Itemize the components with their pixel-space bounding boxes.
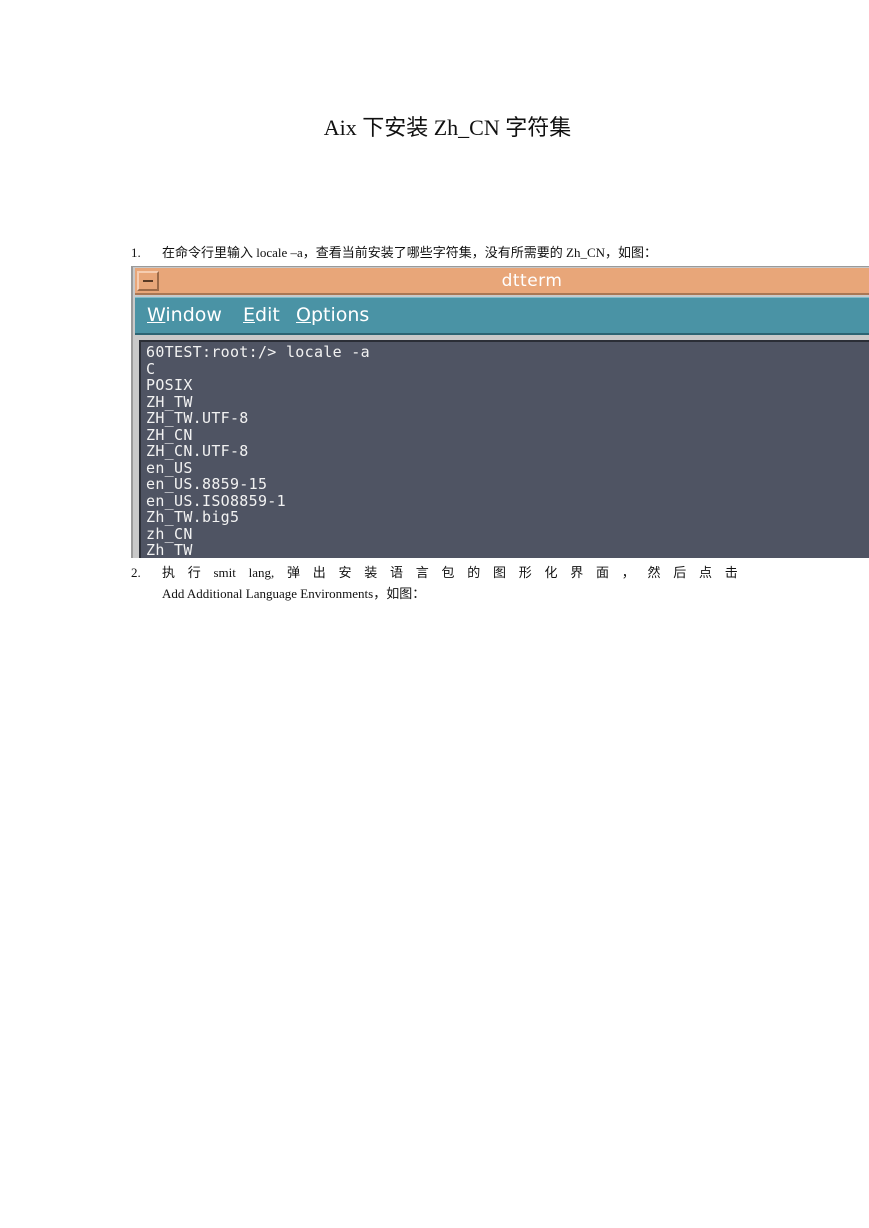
step-text-line-1: 执 行 smit lang, 弹 出 安 装 语 言 包 的 图 形 化 界 面… [162,563,738,583]
step-word: 界 [570,565,584,580]
step-word: 行 [187,565,201,580]
terminal-line: ZH_CN [146,425,193,444]
step-word: 出 [312,565,326,580]
terminal-screenshot: dtterm Window Edit Options 60TEST:root:/… [131,266,869,558]
menu-edit[interactable]: Edit [243,304,280,326]
step-1: 1. 在命令行里输入 locale –a，查看当前安装了哪些字符集，没有所需要的… [131,243,851,265]
terminal-line: ZH_TW [146,392,193,411]
step-word: 语 [390,565,404,580]
terminal-menubar: Window Edit Options [135,297,869,335]
terminal-line: en_US.8859-15 [146,475,268,493]
terminal-line: zh_CN [146,524,193,543]
terminal-line: POSIX [146,376,193,394]
step-word: 后 [673,565,687,580]
step-word: ， [621,565,635,580]
step-word: 然 [647,565,661,580]
step-word: 点 [699,565,713,580]
step-word: 化 [544,565,558,580]
menu-mnemonic: E [243,304,256,326]
step-word: 安 [338,565,352,580]
step-word: 的 [467,565,481,580]
step-2: 2. 执 行 smit lang, 弹 出 安 装 语 言 包 的 图 形 化 … [131,563,851,607]
step-word: lang, [248,565,275,580]
step-word: 包 [441,565,455,580]
step-word: 执 [162,565,176,580]
step-text-line-2: Add Additional Language Environments，如图： [162,586,426,601]
step-text: 在命令行里输入 locale –a，查看当前安装了哪些字符集，没有所需要的 Zh… [162,245,658,260]
terminal-line: en_US [146,458,193,477]
terminal-line: C [146,359,156,378]
step-word: 击 [724,565,738,580]
step-word: 图 [493,565,507,580]
menu-mnemonic: W [147,304,166,326]
step-word: 面 [596,565,610,580]
terminal-line: 60TEST:root:/> locale -a [146,343,370,361]
terminal-titlebar: dtterm [135,268,869,295]
menu-options[interactable]: Options [296,304,369,326]
menu-label-rest: dit [255,304,280,326]
terminal-output[interactable]: 60TEST:root:/> locale -a C POSIX ZH_TW Z… [139,340,869,558]
step-word: smit [213,565,236,580]
menu-window[interactable]: Window [147,304,222,326]
terminal-window-title: dtterm [501,271,563,291]
step-word: 装 [364,565,378,580]
terminal-line: ZH_CN.UTF-8 [146,442,249,460]
step-number: 2. [131,565,141,580]
document-title: Aix 下安装 Zh_CN 字符集 [323,115,572,140]
terminal-line: ZH_TW.UTF-8 [146,409,249,427]
step-word: 形 [518,565,532,580]
menu-label-rest: indow [165,304,222,326]
terminal-line: en_US.ISO8859-1 [146,491,286,510]
terminal-line: Zh_TW.big5 [146,508,240,526]
step-number: 1. [131,245,141,260]
step-word: 弹 [287,565,301,580]
menu-mnemonic: O [296,304,311,326]
terminal-line: Zh_TW [146,541,193,558]
step-word: 言 [415,565,429,580]
menu-label-rest: ptions [310,304,370,326]
